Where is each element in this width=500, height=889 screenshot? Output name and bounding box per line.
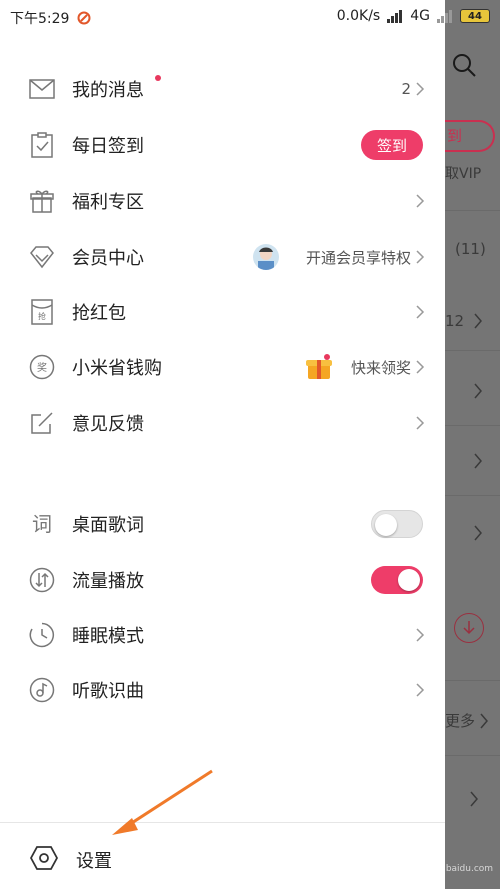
checkin-button[interactable]: 签到	[361, 130, 423, 160]
menu-item-checkin[interactable]: 每日签到 签到	[0, 117, 445, 173]
menu-item-song-recognition[interactable]: 听歌识曲	[0, 662, 445, 718]
xiaomi-shop-promo: 快来领奖	[350, 358, 411, 377]
chevron-right-icon	[416, 683, 425, 697]
messages-count: 2	[401, 80, 411, 98]
menu-item-feedback[interactable]: 意见反馈	[0, 395, 445, 451]
chevron-right-icon	[416, 416, 425, 430]
watermark: Bai	[390, 832, 437, 862]
diamond-icon	[28, 243, 56, 271]
vip-label: 会员中心	[72, 248, 144, 269]
svg-text:抢: 抢	[38, 311, 46, 321]
menu-item-sleep-mode[interactable]: 睡眠模式	[0, 607, 445, 663]
signal-icon	[387, 10, 403, 23]
chevron-right-icon	[416, 628, 425, 642]
search-icon[interactable]	[451, 52, 477, 78]
menu-item-messages[interactable]: 我的消息 2	[0, 61, 445, 117]
desktop-lyrics-label: 桌面歌词	[72, 515, 144, 536]
chevron-right-icon	[416, 305, 425, 319]
chevron-right-icon	[416, 360, 425, 374]
data-play-label: 流量播放	[72, 571, 144, 592]
edit-icon	[28, 409, 56, 437]
welfare-label: 福利专区	[72, 192, 144, 213]
menu-item-desktop-lyrics: 词 桌面歌词	[0, 496, 445, 552]
reward-icon: 奖	[28, 353, 56, 381]
red-packet-icon: 抢	[28, 298, 56, 326]
checkin-label: 每日签到	[72, 136, 144, 157]
xiaomi-shop-label: 小米省钱购	[72, 358, 162, 379]
sleep-mode-label: 睡眠模式	[72, 626, 144, 647]
gift-icon	[305, 353, 333, 381]
red-packet-label: 抢红包	[72, 303, 126, 324]
menu-item-xiaomi-shop[interactable]: 奖 小米省钱购 快来领奖	[0, 339, 445, 395]
chevron-right-icon	[416, 82, 425, 96]
lyrics-icon: 词	[28, 510, 56, 538]
app-notification-icon	[77, 11, 91, 25]
svg-text:奖: 奖	[37, 361, 47, 374]
annotation-arrow	[112, 769, 213, 835]
feedback-label: 意见反馈	[72, 414, 144, 435]
avatar	[253, 244, 279, 270]
menu-item-welfare[interactable]: 福利专区	[0, 173, 445, 229]
vip-promo: 开通会员享特权	[305, 248, 411, 267]
bg-count-partial: (11)	[455, 240, 486, 258]
desktop-lyrics-toggle[interactable]	[371, 510, 423, 538]
bg-signin-partial: 到	[447, 127, 463, 145]
network-type: 4G	[410, 8, 430, 24]
menu-item-red-packet[interactable]: 抢 抢红包	[0, 284, 445, 340]
menu-item-data-play: 流量播放	[0, 552, 445, 608]
status-time: 下午5:29	[10, 11, 70, 27]
settings-label: 设置	[76, 851, 112, 872]
watermark-sub: jingyan.baidu.com	[410, 864, 494, 874]
data-transfer-icon	[28, 566, 56, 594]
unread-dot	[155, 75, 161, 81]
status-bar: 下午5:29 0.0K/s 4G 44	[0, 0, 500, 34]
bg-more-partial: 更多	[445, 712, 476, 730]
clipboard-check-icon	[28, 131, 56, 159]
side-drawer: 我的消息 2 每日签到 签到 福利专区 会员中心 开通会员享特权 抢 抢红包 奖…	[0, 0, 445, 889]
network-speed: 0.0K/s	[336, 8, 381, 24]
battery-icon: 44	[460, 9, 490, 23]
settings-bar[interactable]: 设置	[0, 822, 445, 889]
svg-text:词: 词	[32, 512, 52, 536]
menu-item-vip[interactable]: 会员中心 开通会员享特权	[0, 229, 445, 285]
messages-label: 我的消息	[72, 80, 144, 101]
signal-icon-2	[437, 10, 452, 23]
clock-icon	[28, 621, 56, 649]
song-recognition-label: 听歌识曲	[72, 681, 144, 702]
chevron-right-icon	[416, 194, 425, 208]
background-app: 到 取VIP (11) 12 更多	[445, 0, 500, 889]
gift-box-icon	[28, 187, 56, 215]
data-play-toggle[interactable]	[371, 566, 423, 594]
chevron-right-icon	[416, 250, 425, 264]
bg-vip-text: 取VIP	[445, 166, 482, 182]
envelope-icon	[28, 75, 56, 103]
settings-hexagon-icon	[29, 845, 59, 871]
music-note-icon	[28, 676, 56, 704]
